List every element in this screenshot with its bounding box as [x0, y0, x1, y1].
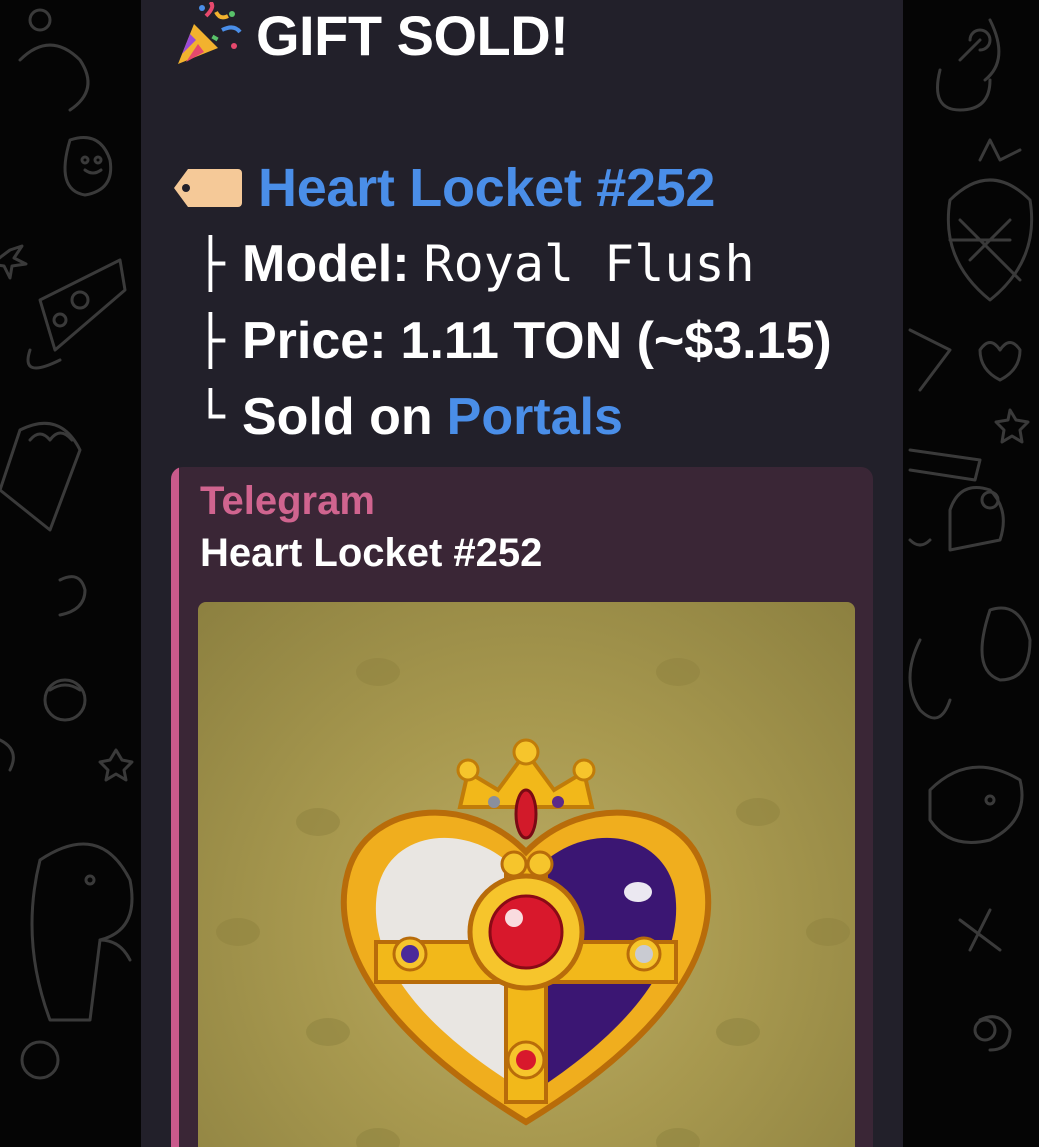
detail-sold-on: └ Sold on Portals [196, 384, 623, 450]
detail-price: ├ Price: 1.11 TON (~$3.15) [196, 308, 832, 374]
model-value: Royal Flush [423, 235, 755, 293]
sold-on-label: Sold on [242, 388, 433, 446]
party-popper-icon [178, 2, 242, 64]
tree-branch-glyph: ├ [196, 313, 225, 369]
preview-title: Heart Locket #252 [200, 531, 543, 575]
detail-model: ├ Model: Royal Flush [196, 231, 755, 297]
chat-background: GIFT SOLD! Heart Locket #252 ├ Model: Ro… [0, 0, 1039, 1147]
gift-title-line: Heart Locket #252 [174, 155, 715, 221]
tag-icon [174, 169, 242, 207]
gift-title-link[interactable]: Heart Locket #252 [258, 157, 715, 219]
preview-accent-bar [171, 467, 179, 1147]
price-value: 1.11 TON (~$3.15) [400, 312, 832, 370]
link-preview[interactable]: Telegram Heart Locket #252 [171, 467, 873, 1147]
header-text: GIFT SOLD! [256, 3, 569, 67]
portals-link[interactable]: Portals [447, 387, 623, 447]
tree-end-glyph: └ [196, 389, 225, 445]
message-header: GIFT SOLD! [172, 2, 569, 68]
preview-site-name: Telegram [200, 479, 375, 523]
heart-locket-icon [216, 658, 850, 1147]
price-label: Price: [242, 312, 387, 370]
heart-locket-image[interactable] [198, 602, 855, 1147]
model-label: Model: [242, 235, 410, 293]
tree-branch-glyph: ├ [196, 236, 225, 292]
